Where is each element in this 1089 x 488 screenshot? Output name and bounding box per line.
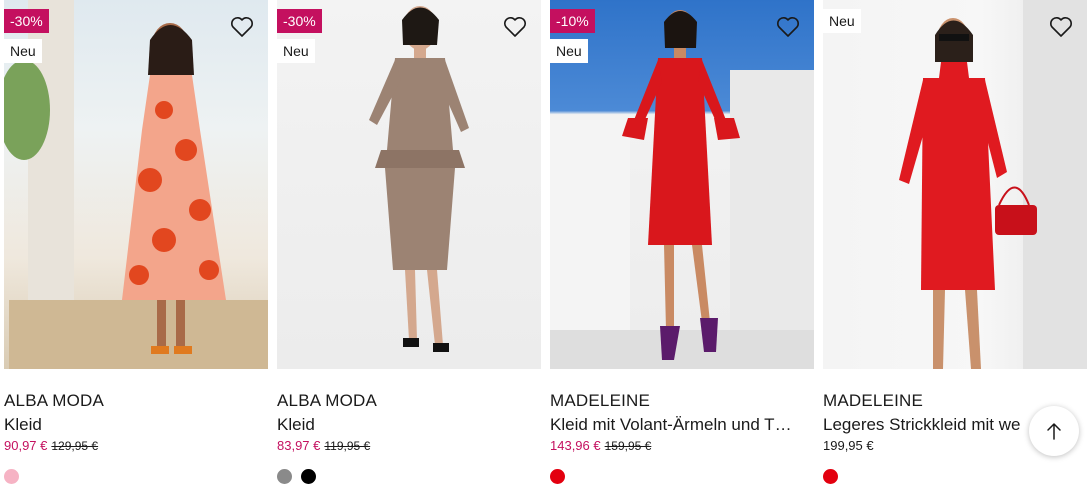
product-card: -30% Neu ALBA MODA Kleid 90,97 €129,95 € [4,0,268,484]
product-grid: -30% Neu ALBA MODA Kleid 90,97 €129,95 € [4,0,1087,484]
scroll-to-top-button[interactable] [1029,406,1079,456]
color-swatch-red[interactable] [823,469,838,484]
product-card: -10% Neu MADELEINE Kleid mit Volant-Ärme… [550,0,814,484]
price-original: 119,95 € [324,439,371,453]
new-badge: Neu [550,39,588,63]
price-current: 90,97 € [4,438,48,453]
new-badge: Neu [277,39,315,63]
product-prices: 90,97 €129,95 € [4,438,268,454]
product-photo-illustration [899,0,1087,369]
price-current: 199,95 € [823,438,874,453]
product-title: Kleid [4,415,42,434]
product-image[interactable]: -30% Neu [277,0,541,369]
product-prices: 83,97 €119,95 € [277,438,541,454]
price-original: 159,95 € [604,439,652,453]
product-link[interactable]: -30% Neu ALBA MODA Kleid 90,97 €129,95 € [4,0,268,454]
color-swatches [550,469,814,484]
price-current: 143,96 € [550,438,601,453]
discount-badge: -30% [277,9,322,33]
product-image[interactable]: -30% Neu [4,0,268,369]
product-link[interactable]: -30% Neu ALBA MODA Kleid 83,97 €119,95 € [277,0,541,454]
product-link[interactable]: -10% Neu MADELEINE Kleid mit Volant-Ärme… [550,0,814,454]
heart-outline-icon[interactable] [503,16,527,38]
discount-badge: -10% [550,9,595,33]
color-swatch-red[interactable] [550,469,565,484]
badge-group: Neu [823,9,861,33]
new-badge: Neu [4,39,42,63]
color-swatches [4,469,268,484]
product-brand: ALBA MODA [4,391,105,410]
product-image[interactable]: -10% Neu [550,0,814,369]
product-title: Kleid mit Volant-Ärmeln und T… [550,415,792,434]
heart-outline-icon[interactable] [1049,16,1073,38]
badge-group: -30% Neu [4,9,49,63]
product-title: Kleid [277,415,315,434]
new-badge: Neu [823,9,861,33]
color-swatch-grey[interactable] [277,469,292,484]
badge-group: -30% Neu [277,9,322,63]
heart-outline-icon[interactable] [230,16,254,38]
badge-group: -10% Neu [550,9,595,63]
heart-outline-icon[interactable] [776,16,800,38]
product-prices: 143,96 €159,95 € [550,438,814,454]
price-current: 83,97 € [277,438,321,453]
product-brand: ALBA MODA [277,391,378,410]
product-brand: MADELEINE [550,391,651,410]
product-card: -30% Neu ALBA MODA Kleid 83,97 €119,95 € [277,0,541,484]
product-image[interactable]: Neu [823,0,1087,369]
color-swatches [823,469,1087,484]
price-original: 129,95 € [51,439,99,453]
color-swatches [277,469,541,484]
product-link[interactable]: Neu MADELEINE Legeres Strickkleid mit we… [823,0,1087,454]
color-swatch-pink[interactable] [4,469,19,484]
discount-badge: -30% [4,9,49,33]
arrow-up-icon [1047,423,1061,440]
color-swatch-black[interactable] [301,469,316,484]
